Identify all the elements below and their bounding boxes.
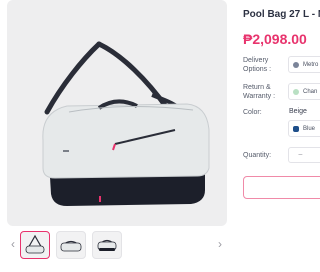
location-icon (293, 61, 299, 68)
thumbnail-2[interactable] (56, 231, 86, 259)
chevron-right-icon[interactable]: › (218, 238, 222, 250)
return-warranty-option[interactable]: Chan (288, 83, 320, 100)
quantity-stepper[interactable]: − (288, 147, 320, 163)
shield-icon (293, 88, 299, 95)
product-price: ₱2,098.00 (243, 31, 307, 47)
delivery-value: Metro (303, 61, 319, 68)
duffel-bag-illustration (42, 41, 210, 206)
bag-swatch-icon (293, 125, 299, 132)
bag-thumbnail-icon (60, 240, 82, 252)
return-warranty-value: Chan (303, 88, 318, 95)
return-warranty-label: Return & Warranty : (243, 84, 276, 100)
quantity-decrement-button[interactable]: − (298, 150, 303, 159)
color-value: Beige (289, 108, 307, 115)
thumbnail-3[interactable] (92, 231, 122, 259)
bag-thumbnail-icon (97, 239, 117, 251)
product-image[interactable] (7, 0, 227, 226)
color-label: Color: (243, 109, 262, 116)
swatch-label: Blue (303, 125, 316, 132)
delivery-option[interactable]: Metro (288, 56, 320, 73)
quantity-label: Quantity: (243, 152, 272, 159)
chevron-left-icon[interactable]: ‹ (11, 238, 15, 250)
delivery-label: Delivery Options : (243, 57, 272, 73)
product-title: Pool Bag 27 L - N (243, 9, 320, 20)
bag-thumbnail-icon (25, 234, 45, 254)
thumbnail-1[interactable] (20, 231, 50, 259)
color-swatch[interactable]: Blue (288, 120, 320, 137)
add-to-cart-button[interactable] (243, 176, 320, 199)
